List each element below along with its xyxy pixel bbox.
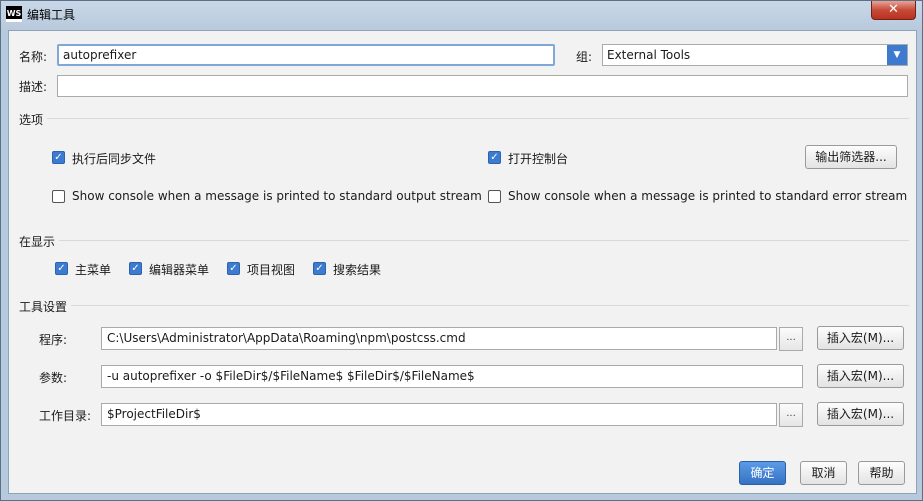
group-select[interactable]: External Tools ▼ — [602, 44, 908, 66]
search-results-checkbox[interactable]: ✓ — [313, 262, 326, 275]
show-console-stdout-checkbox[interactable] — [52, 190, 65, 203]
main-menu-label: 主菜单 — [75, 263, 112, 277]
chevron-down-icon[interactable]: ▼ — [887, 45, 907, 65]
show-console-stdout-label: Show console when a message is printed t… — [72, 189, 482, 203]
project-view-checkbox[interactable]: ✓ — [227, 262, 240, 275]
sync-after-label: 执行后同步文件 — [72, 152, 157, 166]
project-view-label: 项目视图 — [247, 263, 296, 277]
group-label: 组: — [576, 50, 593, 64]
search-results-label: 搜索结果 — [333, 263, 382, 277]
dialog-content: 名称: autoprefixer 组: External Tools ▼ 描述:… — [8, 30, 917, 494]
description-label: 描述: — [19, 80, 48, 94]
name-label: 名称: — [19, 50, 48, 64]
ok-button[interactable]: 确定 — [739, 461, 786, 485]
cancel-button[interactable]: 取消 — [800, 461, 847, 485]
main-menu-checkbox[interactable]: ✓ — [55, 262, 68, 275]
open-console-checkbox[interactable]: ✓ — [488, 151, 501, 164]
options-separator — [47, 118, 909, 119]
editor-menu-label: 编辑器菜单 — [149, 263, 210, 277]
parameters-label: 参数: — [39, 371, 68, 385]
show-in-section-title: 在显示 — [19, 235, 56, 249]
help-button[interactable]: 帮助 — [858, 461, 905, 485]
working-dir-label: 工作目录: — [39, 409, 92, 423]
editor-menu-checkbox[interactable]: ✓ — [129, 262, 142, 275]
output-filters-button[interactable]: 输出筛选器... — [805, 145, 897, 169]
program-field[interactable]: C:\Users\Administrator\AppData\Roaming\n… — [101, 327, 777, 350]
tool-settings-section-title: 工具设置 — [19, 300, 68, 314]
open-console-label: 打开控制台 — [508, 152, 569, 166]
parameters-insert-macro-button[interactable]: 插入宏(M)... — [817, 364, 904, 388]
working-dir-browse-button[interactable]: ... — [779, 403, 803, 427]
program-browse-button[interactable]: ... — [779, 327, 803, 351]
description-field[interactable] — [57, 75, 908, 97]
tool-settings-separator — [71, 305, 909, 306]
title-bar: WS 编辑工具 ✕ — [1, 1, 922, 28]
working-dir-insert-macro-button[interactable]: 插入宏(M)... — [817, 402, 904, 426]
working-dir-field[interactable]: $ProjectFileDir$ — [101, 403, 777, 426]
program-label: 程序: — [39, 333, 68, 347]
show-console-stderr-label: Show console when a message is printed t… — [508, 189, 908, 203]
program-insert-macro-button[interactable]: 插入宏(M)... — [817, 326, 904, 350]
options-section-title: 选项 — [19, 113, 44, 127]
close-button[interactable]: ✕ — [871, 1, 916, 20]
sync-after-checkbox[interactable]: ✓ — [52, 151, 65, 164]
webstorm-logo-icon: WS — [6, 6, 22, 22]
name-field[interactable]: autoprefixer — [57, 44, 555, 66]
parameters-field[interactable]: -u autoprefixer -o $FileDir$/$FileName$ … — [101, 365, 803, 388]
dialog-window: WS 编辑工具 ✕ 名称: autoprefixer 组: External T… — [0, 0, 923, 501]
window-title: 编辑工具 — [27, 8, 76, 22]
show-in-separator — [59, 240, 909, 241]
show-console-stderr-checkbox[interactable] — [488, 190, 501, 203]
group-select-value: External Tools — [607, 48, 691, 62]
